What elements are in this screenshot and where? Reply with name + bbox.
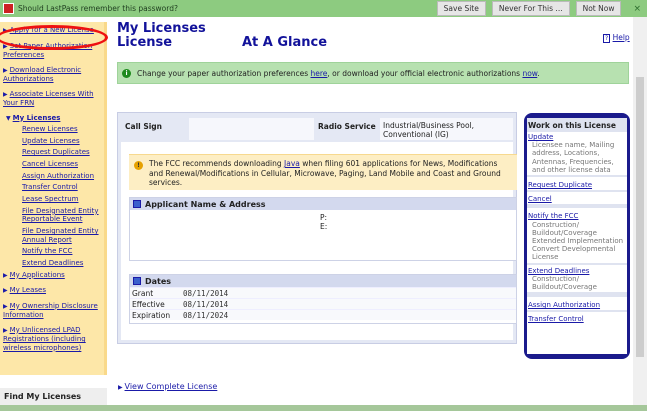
- notice-post: .: [537, 68, 540, 78]
- license-panel: Call Sign Radio Service Industrial/Busin…: [117, 112, 517, 344]
- transfer-control-link[interactable]: Transfer Control: [528, 315, 584, 323]
- scrollbar-thumb[interactable]: [636, 77, 644, 357]
- renew-licenses-link[interactable]: Renew Licenses: [22, 125, 78, 133]
- scrollbar[interactable]: [633, 17, 647, 405]
- java-warning: ! The FCC recommends downloading Java wh…: [129, 154, 517, 190]
- triangle-icon: ▶: [3, 90, 8, 98]
- my-licenses-link[interactable]: My Licenses: [13, 114, 61, 122]
- call-sign-label: Call Sign: [125, 122, 162, 131]
- lastpass-message: Should LastPass remember this password?: [18, 4, 178, 13]
- notice-pre: Change your paper authorization preferen…: [137, 68, 311, 78]
- lastpass-icon: [3, 3, 14, 14]
- ownership-disclosure-link[interactable]: My Ownership Disclosure Information: [3, 302, 98, 320]
- subtitle-at-a-glance: At A Glance: [242, 35, 328, 50]
- paper-auth-prefs-link[interactable]: Set Paper Authorization Preferences: [3, 42, 92, 60]
- now-link[interactable]: now: [522, 69, 537, 78]
- work-title: Work on this License: [527, 118, 627, 132]
- update-licenses-link[interactable]: Update Licenses: [22, 137, 80, 145]
- warning-icon: !: [134, 161, 143, 170]
- notify-desc: Construction/ Buildout/Coverage Extended…: [532, 220, 624, 262]
- date-label: Grant: [132, 288, 154, 298]
- collapse-icon[interactable]: [133, 200, 141, 208]
- page-title: My Licenses: [117, 21, 206, 36]
- date-label: Expiration: [132, 310, 171, 320]
- update-desc: Licensee name, Mailing address, Location…: [532, 141, 615, 174]
- warning-pre: The FCC recommends downloading: [149, 159, 285, 168]
- close-icon[interactable]: ×: [633, 4, 641, 14]
- paper-auth-notice: i Change your paper authorization prefer…: [117, 62, 629, 84]
- view-complete-license-link[interactable]: View Complete License: [125, 382, 218, 391]
- not-now-button[interactable]: Not Now: [575, 1, 622, 16]
- file-de-reportable-link[interactable]: File Designated Entity Reportable Event: [22, 207, 99, 224]
- radio-service-value: Industrial/Business Pool, Conventional (…: [380, 118, 513, 140]
- save-site-button[interactable]: Save Site: [436, 1, 486, 16]
- email-label: E:: [320, 222, 328, 231]
- date-row: Expiration 08/11/2024: [130, 309, 516, 320]
- call-sign-value: [189, 118, 314, 140]
- subtitle-license: License: [117, 35, 173, 50]
- date-row: Effective 08/11/2014: [130, 298, 516, 309]
- work-on-license-panel: Work on this License Update Licensee name…: [524, 113, 630, 359]
- date-value: 08/11/2014: [183, 299, 229, 309]
- radio-service-label: Radio Service: [318, 122, 376, 131]
- never-for-this-button[interactable]: Never For This ...: [491, 1, 570, 16]
- extend-desc: Construction/ Buildout/Coverage: [532, 274, 597, 292]
- triangle-icon: ▶: [3, 271, 8, 279]
- here-link[interactable]: here: [311, 69, 328, 78]
- java-link[interactable]: Java: [284, 159, 300, 168]
- file-de-annual-link[interactable]: File Designated Entity Annual Report: [22, 227, 99, 244]
- my-applications-link[interactable]: My Applications: [10, 271, 65, 279]
- date-label: Effective: [132, 299, 165, 309]
- apply-new-license-link[interactable]: Apply for a New License: [10, 26, 94, 34]
- sidebar: ▶ Apply for a New License ▶ Set Paper Auth…: [0, 22, 107, 375]
- triangle-icon: ▶: [3, 287, 8, 295]
- associate-licenses-link[interactable]: Associate Licenses With Your FRN: [3, 90, 94, 108]
- dates-title: Dates: [145, 276, 172, 286]
- my-licenses-submenu: Renew Licenses Update Licenses Request D…: [3, 125, 101, 267]
- request-duplicates-link[interactable]: Request Duplicates: [22, 148, 90, 156]
- cancel-licenses-link[interactable]: Cancel Licenses: [22, 160, 78, 168]
- notice-mid: , or download your official electronic a…: [327, 68, 523, 78]
- transfer-control-link[interactable]: Transfer Control: [22, 183, 78, 191]
- date-value: 08/11/2024: [183, 310, 229, 320]
- date-value: 08/11/2014: [183, 288, 229, 298]
- update-link[interactable]: Update: [528, 133, 553, 141]
- assign-authorization-link[interactable]: Assign Authorization: [22, 172, 94, 180]
- applicant-box: Applicant Name & Address P: E:: [129, 197, 517, 261]
- triangle-icon: ▶: [3, 302, 8, 310]
- applicant-title: Applicant Name & Address: [145, 199, 266, 209]
- triangle-icon: ▶: [3, 42, 8, 50]
- triangle-down-icon: ▼: [6, 114, 11, 122]
- date-row: Grant 08/11/2014: [130, 287, 516, 298]
- view-complete-license[interactable]: ▶ View Complete License: [118, 382, 217, 391]
- notify-fcc-link[interactable]: Notify the FCC: [528, 212, 578, 220]
- lease-spectrum-link[interactable]: Lease Spectrum: [22, 195, 78, 203]
- notice-text: Change your paper authorization preferen…: [137, 69, 540, 78]
- help-link[interactable]: ? Help: [603, 33, 630, 43]
- triangle-icon: ▶: [3, 66, 8, 74]
- collapse-icon[interactable]: [133, 277, 141, 285]
- download-auth-link[interactable]: Download Electronic Authorizations: [3, 66, 81, 84]
- notify-fcc-link[interactable]: Notify the FCC: [22, 247, 72, 255]
- my-leases-link[interactable]: My Leases: [10, 286, 46, 294]
- triangle-icon: ▶: [3, 27, 8, 34]
- triangle-icon: ▶: [3, 326, 8, 334]
- assign-authorization-link[interactable]: Assign Authorization: [528, 301, 600, 309]
- help-text[interactable]: Help: [613, 33, 630, 42]
- request-duplicate-link[interactable]: Request Duplicate: [528, 181, 592, 189]
- find-my-licenses[interactable]: Find My Licenses: [0, 388, 107, 406]
- help-icon: ?: [603, 34, 611, 43]
- extend-deadlines-link[interactable]: Extend Deadlines: [528, 267, 589, 275]
- lastpass-bar: Should LastPass remember this password? …: [0, 0, 647, 17]
- dates-box: Dates Grant 08/11/2014 Effective 08/11/201…: [129, 274, 517, 324]
- lpad-registrations-link[interactable]: My Unlicensed LPAD Registrations (includ…: [3, 326, 86, 352]
- phone-label: P:: [320, 213, 328, 222]
- cancel-link[interactable]: Cancel: [528, 195, 552, 203]
- extend-deadlines-link[interactable]: Extend Deadlines: [22, 259, 83, 267]
- info-icon: i: [122, 68, 131, 78]
- window-border: [0, 405, 647, 411]
